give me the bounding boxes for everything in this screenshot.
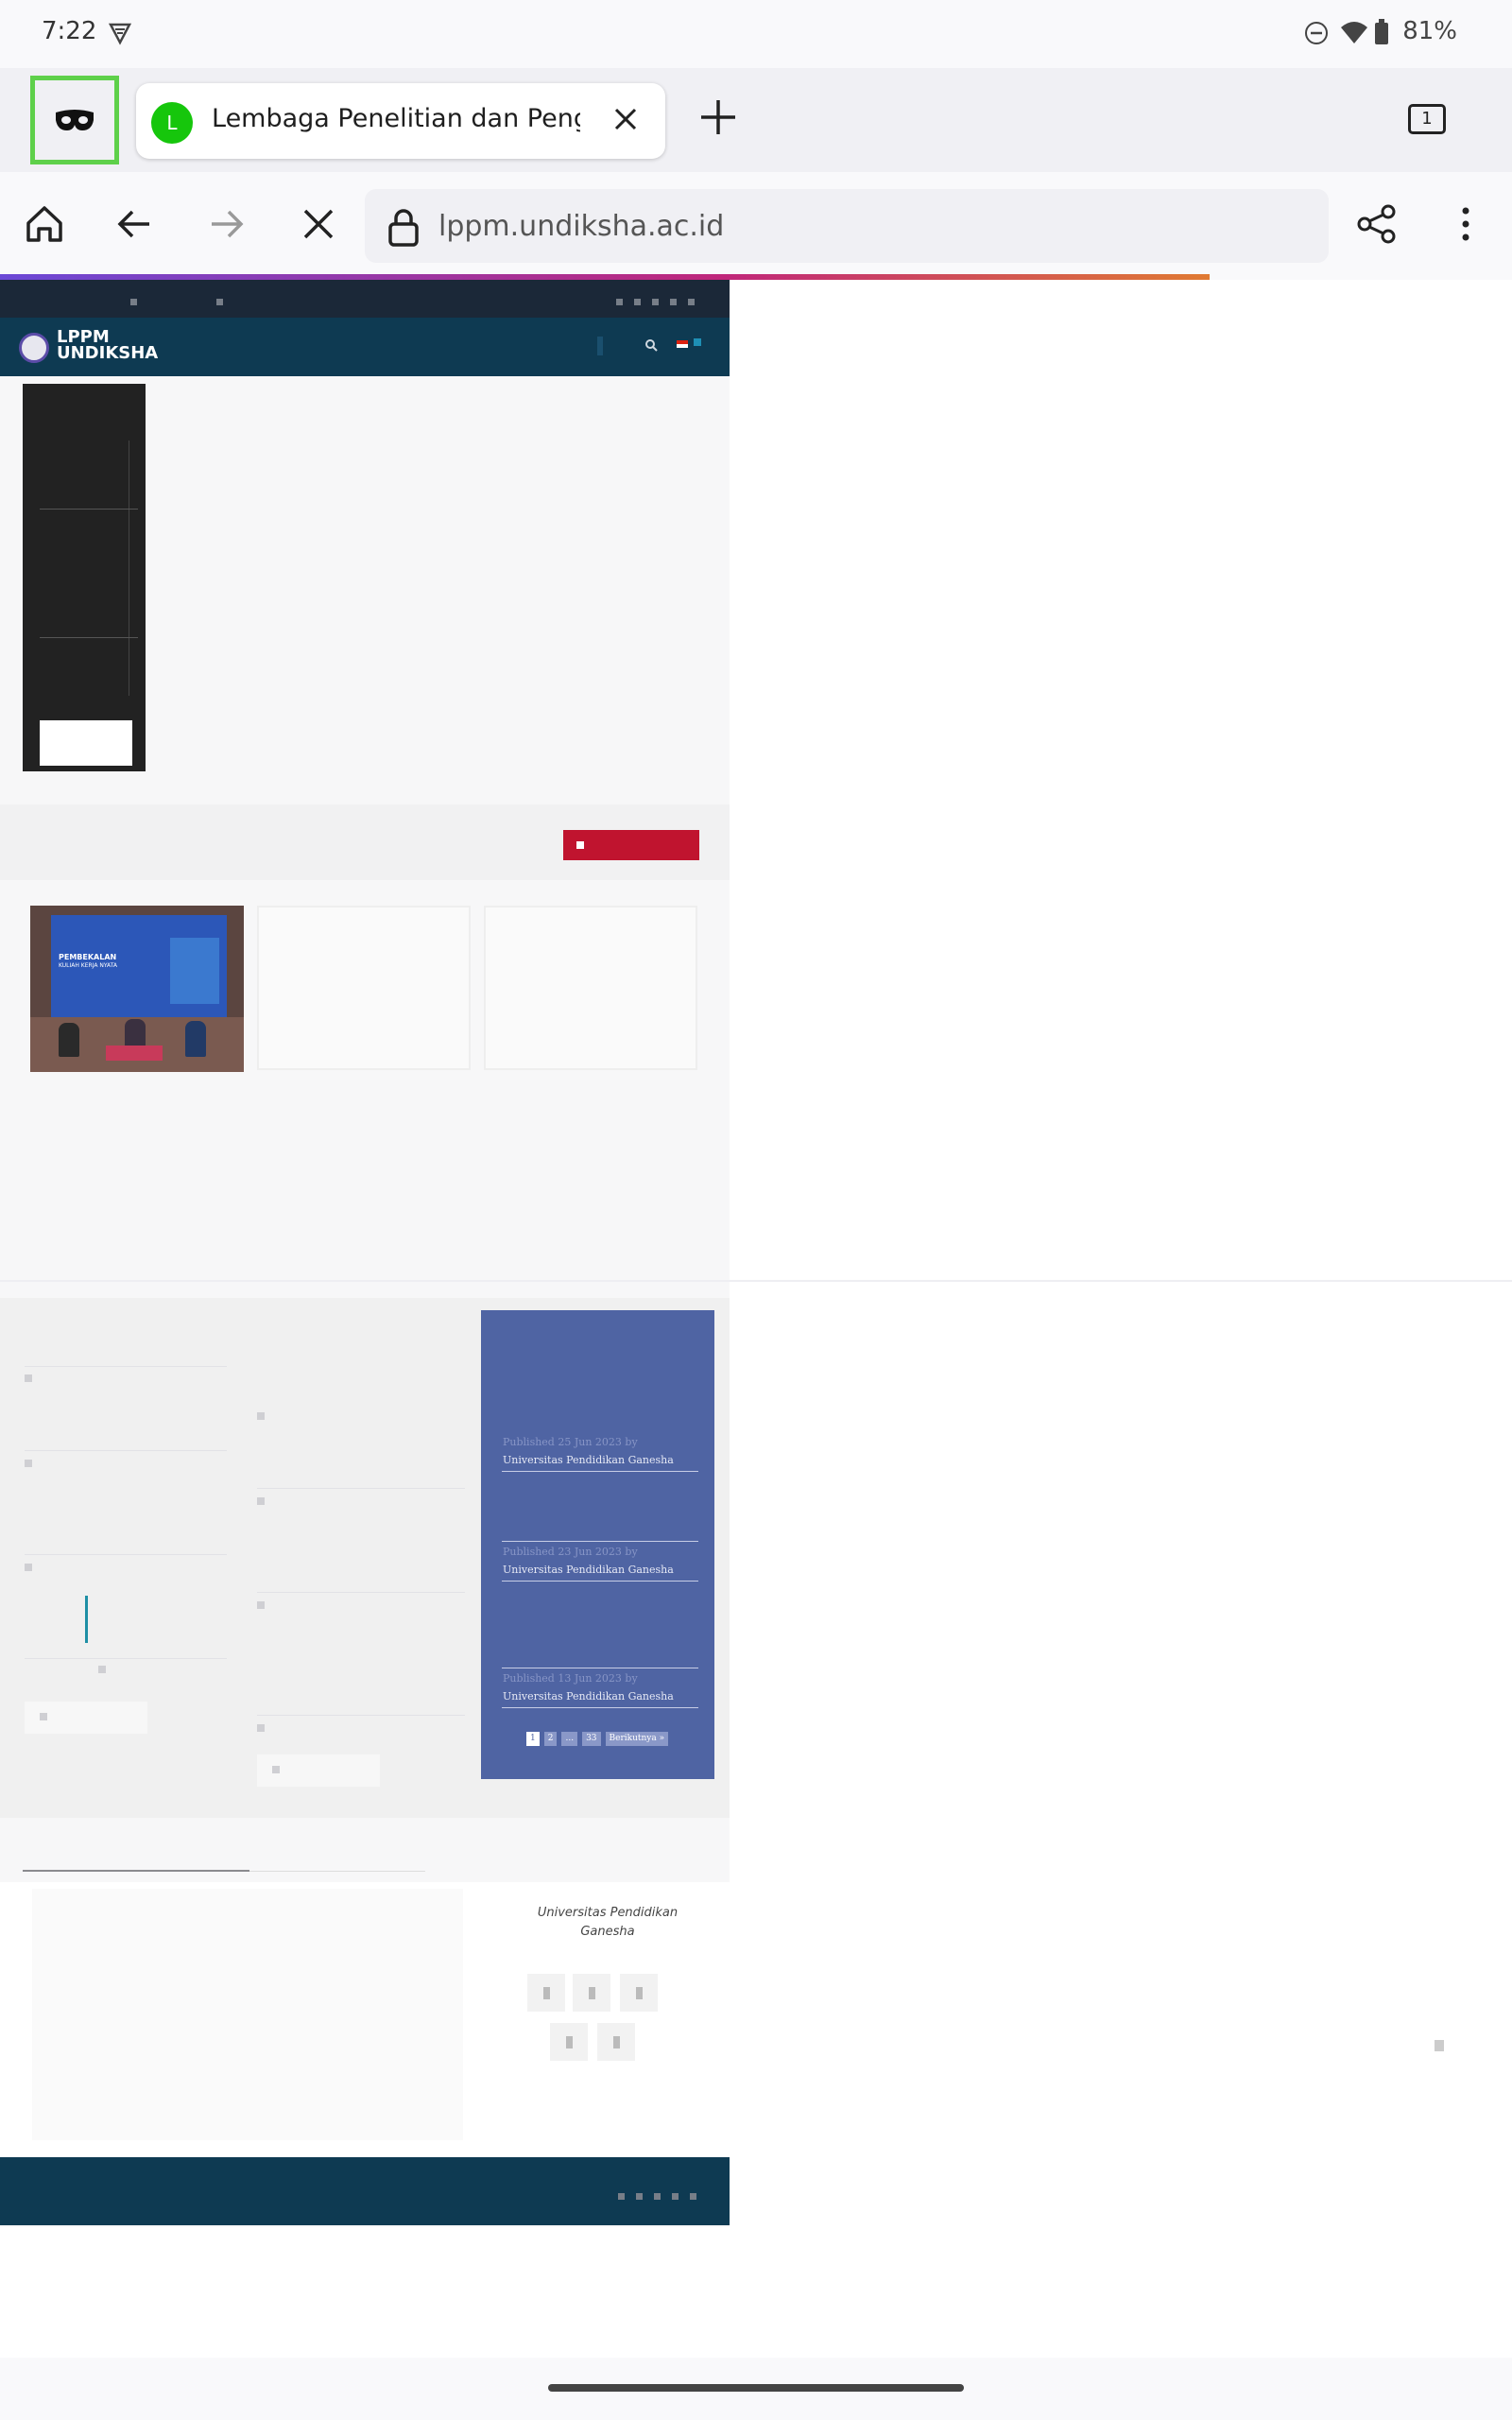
dnd-icon bbox=[1305, 22, 1329, 44]
site-logo[interactable]: LPPM UNDIKSHA bbox=[57, 329, 159, 363]
mobile-menu-panel[interactable] bbox=[23, 384, 146, 771]
incognito-mask-icon bbox=[56, 110, 94, 130]
page-1-button[interactable]: 1 bbox=[526, 1732, 540, 1746]
screen-photo bbox=[170, 938, 219, 1004]
tab-close-icon[interactable] bbox=[607, 100, 644, 138]
site-topbar bbox=[0, 280, 730, 318]
scroll-to-top-icon[interactable] bbox=[1435, 2040, 1444, 2051]
tab-favicon: L bbox=[151, 102, 193, 144]
wifi-icon bbox=[1341, 22, 1368, 43]
topbar-right-links[interactable] bbox=[616, 291, 706, 309]
footer-org-name: Universitas Pendidikan Ganesha bbox=[537, 1906, 679, 1939]
event-screen-image: PEMBEKALAN KULIAH KERJA NYATA bbox=[51, 915, 227, 1017]
news-more-button[interactable] bbox=[563, 830, 699, 860]
status-right: 81% bbox=[1305, 17, 1457, 45]
post-meta: Published 25 Jun 2023 by Universitas Pen… bbox=[503, 1436, 674, 1466]
new-tab-icon[interactable] bbox=[696, 95, 741, 140]
tab-counter-button[interactable]: 1 bbox=[1408, 104, 1446, 134]
footer-map-placeholder bbox=[32, 1889, 463, 2140]
forward-arrow-icon[interactable] bbox=[202, 200, 249, 248]
news-card-placeholder[interactable] bbox=[484, 906, 697, 1070]
menu-panel-button[interactable] bbox=[40, 720, 132, 766]
share-icon[interactable] bbox=[1353, 200, 1400, 248]
overflow-menu-icon[interactable] bbox=[1442, 200, 1489, 248]
thumbnail-subtitle: KULIAH KERJA NYATA bbox=[59, 962, 118, 969]
undiksha-emblem-icon[interactable] bbox=[19, 333, 49, 363]
page-2-button[interactable]: 2 bbox=[543, 1732, 558, 1746]
pagination: 1 2 ... 33 Berikutnya » bbox=[526, 1732, 669, 1747]
search-icon[interactable] bbox=[644, 338, 658, 352]
battery-icon bbox=[1375, 19, 1389, 44]
topbar-left-links[interactable] bbox=[130, 291, 234, 309]
tab-active[interactable]: L Lembaga Penelitian dan Peng bbox=[136, 83, 665, 159]
status-bar: 7:22 81% bbox=[0, 0, 1512, 68]
address-bar[interactable]: lppm.undiksha.ac.id bbox=[365, 189, 1329, 263]
next-page-button[interactable]: Berikutnya » bbox=[605, 1732, 669, 1746]
web-content[interactable]: LPPM UNDIKSHA PEMBEKALAN KULIAH KERJA NY… bbox=[0, 280, 1512, 2358]
footer-tab[interactable] bbox=[249, 1871, 425, 1872]
browser-toolbar: lppm.undiksha.ac.id bbox=[0, 172, 1512, 278]
vpn-shield-icon bbox=[108, 23, 132, 45]
header-divider bbox=[597, 337, 603, 355]
page-last-button[interactable]: 33 bbox=[582, 1732, 601, 1746]
post-meta: Published 23 Jun 2023 by Universitas Pen… bbox=[503, 1546, 674, 1576]
page-divider bbox=[0, 1280, 1512, 1282]
tab-title: Lembaga Penelitian dan Peng bbox=[212, 104, 580, 133]
clock: 7:22 bbox=[42, 17, 97, 45]
social-icon[interactable] bbox=[573, 1974, 610, 2012]
site-bottom-bar bbox=[0, 2157, 730, 2225]
site-header: LPPM UNDIKSHA bbox=[0, 318, 730, 376]
home-icon[interactable] bbox=[21, 200, 68, 248]
posts-left-button[interactable] bbox=[25, 1702, 147, 1734]
page-ellipsis: ... bbox=[561, 1732, 578, 1746]
event-stage-image bbox=[30, 1017, 244, 1072]
post-meta: Published 13 Jun 2023 by Universitas Pen… bbox=[503, 1672, 674, 1703]
language-toggle-icon[interactable] bbox=[694, 338, 701, 346]
gesture-nav-handle[interactable] bbox=[548, 2384, 964, 2392]
social-icon[interactable] bbox=[527, 1974, 565, 2012]
bottom-bar-links[interactable] bbox=[618, 2186, 708, 2204]
post-author-link[interactable]: Universitas Pendidikan Ganesha bbox=[503, 1454, 674, 1466]
posts-middle-button[interactable] bbox=[257, 1754, 380, 1787]
url-text[interactable]: lppm.undiksha.ac.id bbox=[438, 210, 724, 243]
battery-level: 81% bbox=[1402, 17, 1457, 45]
tab-strip: L Lembaga Penelitian dan Peng 1 bbox=[0, 68, 1512, 172]
logo-line-2: UNDIKSHA bbox=[57, 343, 159, 363]
site-desktop-layout: LPPM UNDIKSHA PEMBEKALAN KULIAH KERJA NY… bbox=[0, 280, 730, 2227]
news-thumbnail-image[interactable]: PEMBEKALAN KULIAH KERJA NYATA bbox=[30, 906, 244, 1072]
footer-tab-active[interactable] bbox=[23, 1870, 249, 1872]
back-arrow-icon[interactable] bbox=[112, 200, 159, 248]
recent-posts-panel: Published 25 Jun 2023 by Universitas Pen… bbox=[481, 1310, 714, 1779]
social-icon[interactable] bbox=[620, 1974, 658, 2012]
social-icon[interactable] bbox=[597, 2023, 635, 2061]
social-icon[interactable] bbox=[550, 2023, 588, 2061]
post-author-link[interactable]: Universitas Pendidikan Ganesha bbox=[503, 1564, 674, 1576]
news-card-placeholder[interactable] bbox=[257, 906, 471, 1070]
post-author-link[interactable]: Universitas Pendidikan Ganesha bbox=[503, 1690, 674, 1703]
incognito-toggle-button[interactable] bbox=[30, 76, 119, 164]
stop-loading-icon[interactable] bbox=[295, 200, 342, 248]
text-cursor-mark bbox=[85, 1596, 88, 1643]
thumbnail-title: PEMBEKALAN bbox=[59, 953, 117, 961]
lock-icon[interactable] bbox=[384, 206, 423, 248]
language-flag-icon[interactable] bbox=[677, 340, 688, 348]
